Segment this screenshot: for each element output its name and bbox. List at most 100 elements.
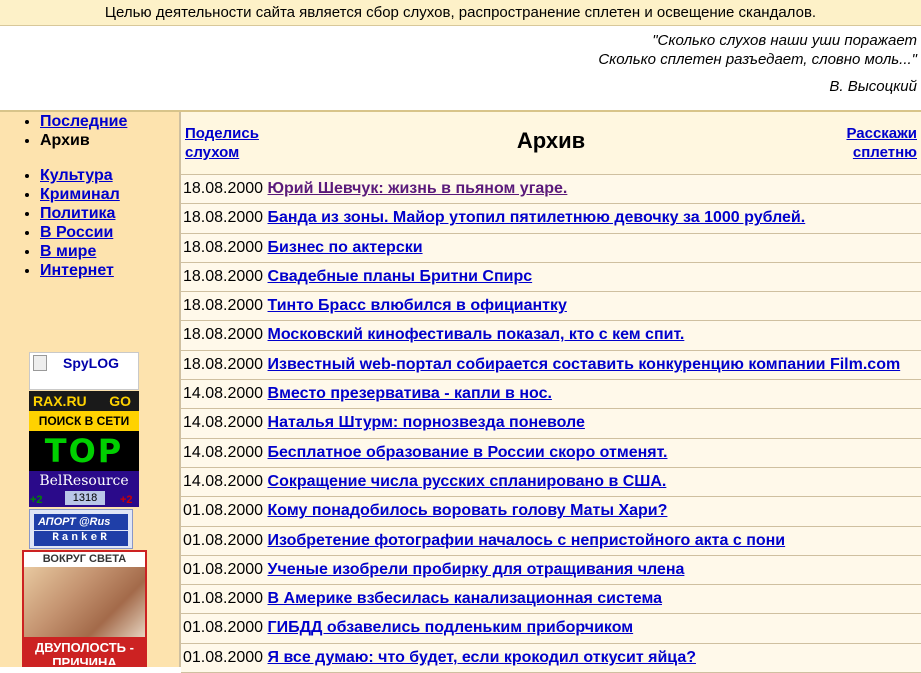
list-item: 01.08.2000 ГИБДД обзавелись подленьким п…	[181, 614, 921, 644]
sidebar-item-latest[interactable]: Последние	[40, 112, 179, 131]
list-item: 18.08.2000 Свадебные планы Бритни Спирс	[181, 262, 921, 293]
item-date: 14.08.2000	[183, 414, 264, 432]
quote-block: "Сколько слухов наши уши поражает Скольк…	[0, 26, 921, 110]
sidebar-link-crime[interactable]: Криминал	[40, 186, 120, 203]
main-area: Последние Архив Культура Криминал Полити…	[0, 112, 921, 673]
archive-header: Поделись слухом Архив Расскажи сплетню	[181, 112, 921, 175]
item-link[interactable]: Тинто Брасс влюбился в официантку	[268, 297, 567, 314]
belresource-counter: 1318	[65, 491, 105, 505]
banner-photo	[24, 567, 145, 637]
list-item: 18.08.2000 Известный web-портал собирает…	[181, 350, 921, 381]
archive-list: 18.08.2000 Юрий Шевчук: жизнь в пьяном у…	[181, 175, 921, 673]
sidebar-link-politics[interactable]: Политика	[40, 205, 115, 222]
spylog-banner[interactable]: SpyLOG	[29, 352, 139, 390]
item-date: 18.08.2000	[183, 238, 264, 256]
item-date: 18.08.2000	[183, 326, 264, 344]
item-link[interactable]: Бизнес по актерски	[268, 239, 423, 256]
sidebar-link-world[interactable]: В мире	[40, 243, 96, 260]
sidebar-item-crime[interactable]: Криминал	[40, 185, 179, 204]
item-date: 18.08.2000	[183, 180, 264, 197]
sidebar-item-archive: Архив	[40, 131, 179, 150]
top-banner-label: TOP	[44, 432, 124, 470]
rax-go-label: GO	[109, 393, 131, 409]
item-date: 01.08.2000	[183, 560, 264, 578]
item-link[interactable]: Юрий Шевчук: жизнь в пьяном угаре.	[268, 180, 568, 197]
sidebar-nav-primary: Последние Архив	[0, 112, 179, 150]
item-date: 01.08.2000	[183, 590, 264, 608]
item-date: 18.08.2000	[183, 297, 264, 315]
belresource-label: BelResource	[39, 473, 129, 489]
list-item: 18.08.2000 Юрий Шевчук: жизнь в пьяном у…	[181, 175, 921, 205]
tell-gossip-link[interactable]: Расскажи сплетню	[827, 124, 917, 162]
item-link[interactable]: Свадебные планы Бритни Спирс	[268, 268, 533, 285]
rax-search-label: ПОИСК В СЕТИ	[29, 411, 139, 431]
sidebar-link-russia[interactable]: В России	[40, 224, 113, 241]
vokrug-sveta-caption: ДВУПОЛОСТЬ - ПРИЧИНА РАЗУМА	[24, 637, 145, 665]
sidebar-item-russia[interactable]: В России	[40, 223, 179, 242]
sidebar-link-culture[interactable]: Культура	[40, 167, 113, 184]
item-date: 18.08.2000	[183, 209, 264, 227]
item-link[interactable]: Банда из зоны. Майор утопил пятилетнюю д…	[268, 209, 806, 226]
sidebar-item-world[interactable]: В мире	[40, 242, 179, 261]
rax-top: RAX.RU GO	[29, 391, 139, 411]
list-item: 01.08.2000 Изобретение фотографии начало…	[181, 526, 921, 556]
sidebar-item-culture[interactable]: Культура	[40, 166, 179, 185]
ranker-label: RankeR	[34, 531, 128, 546]
sidebar-nav-categories: Культура Криминал Политика В России В ми…	[0, 166, 179, 280]
item-date: 14.08.2000	[183, 443, 264, 461]
aport-ranker-banner[interactable]: АПОРТ @Rus RankeR	[29, 509, 133, 549]
list-item: 14.08.2000 Бесплатное образование в Росс…	[181, 438, 921, 468]
item-date: 18.08.2000	[183, 355, 264, 373]
list-item: 14.08.2000 Сокращение числа русских спла…	[181, 467, 921, 498]
sidebar-item-politics[interactable]: Политика	[40, 204, 179, 223]
item-link[interactable]: Я все думаю: что будет, если крокодил от…	[268, 649, 696, 666]
counter-up-right: +2	[120, 494, 133, 506]
spylog-label: SpyLOG	[63, 355, 120, 371]
site-slogan: Целью деятельности сайта является сбор с…	[0, 0, 921, 26]
list-item: 18.08.2000 Бизнес по актерски	[181, 233, 921, 263]
list-item: 01.08.2000 Ученые изобрели пробирку для …	[181, 555, 921, 586]
top-banner[interactable]: TOP	[29, 431, 139, 471]
item-link[interactable]: Известный web-портал собирается составит…	[268, 356, 901, 373]
item-date: 18.08.2000	[183, 267, 264, 285]
sidebar-link-latest[interactable]: Последние	[40, 113, 127, 130]
item-link[interactable]: ГИБДД обзавелись подленьким приборчиком	[268, 619, 634, 636]
item-link[interactable]: Вместо презерватива - капли в нос.	[268, 385, 552, 402]
rax-banner[interactable]: RAX.RU GO ПОИСК В СЕТИ	[29, 391, 139, 431]
item-date: 01.08.2000	[183, 619, 264, 637]
list-item: 18.08.2000 Банда из зоны. Майор утопил п…	[181, 204, 921, 234]
list-item: 14.08.2000 Наталья Штурм: порнозвезда по…	[181, 409, 921, 439]
list-item: 01.08.2000 Я все думаю: что будет, если …	[181, 643, 921, 673]
vokrug-sveta-title: ВОКРУГ СВЕТА	[42, 553, 127, 565]
vokrug-sveta-banner[interactable]: ВОКРУГ СВЕТА ДВУПОЛОСТЬ - ПРИЧИНА РАЗУМА	[22, 550, 147, 667]
sidebar-link-internet[interactable]: Интернет	[40, 262, 114, 279]
list-item: 01.08.2000 Кому понадобилось воровать го…	[181, 497, 921, 527]
item-link[interactable]: Сокращение числа русских спланировано в …	[268, 473, 667, 490]
rax-label: RAX.RU	[33, 393, 87, 409]
quote-line-2: Сколько сплетен разъедает, словно моль..…	[598, 51, 917, 68]
list-item: 14.08.2000 Вместо презерватива - капли в…	[181, 380, 921, 410]
item-date: 01.08.2000	[183, 502, 264, 520]
counter-up-left: +2	[30, 494, 43, 506]
sidebar-item-internet[interactable]: Интернет	[40, 261, 179, 280]
item-date: 01.08.2000	[183, 531, 264, 549]
quote-author: В. Высоцкий	[829, 78, 917, 95]
list-item: 18.08.2000 Московский кинофестиваль пока…	[181, 321, 921, 351]
item-date: 01.08.2000	[183, 648, 264, 666]
item-link[interactable]: В Америке взбесилась канализационная сис…	[268, 590, 662, 607]
item-date: 14.08.2000	[183, 472, 264, 490]
archive-content: Поделись слухом Архив Расскажи сплетню 1…	[181, 112, 921, 673]
item-link[interactable]: Ученые изобрели пробирку для отращивания…	[268, 561, 685, 578]
item-link[interactable]: Кому понадобилось воровать голову Маты Х…	[268, 502, 668, 519]
list-item: 01.08.2000 В Америке взбесилась канализа…	[181, 585, 921, 615]
quote-line-1: "Сколько слухов наши уши поражает	[652, 32, 917, 49]
aport-label: АПОРТ @Rus	[34, 514, 128, 530]
item-link[interactable]: Бесплатное образование в России скоро от…	[268, 444, 668, 461]
page-title: Архив	[516, 128, 586, 153]
item-link[interactable]: Московский кинофестиваль показал, кто с …	[268, 326, 685, 343]
sidebar: Последние Архив Культура Криминал Полити…	[0, 112, 179, 667]
list-item: 18.08.2000 Тинто Брасс влюбился в официа…	[181, 292, 921, 322]
broken-image-icon	[33, 355, 47, 371]
item-link[interactable]: Изобретение фотографии началось с неприс…	[268, 532, 786, 549]
item-link[interactable]: Наталья Штурм: порнозвезда поневоле	[268, 414, 585, 431]
